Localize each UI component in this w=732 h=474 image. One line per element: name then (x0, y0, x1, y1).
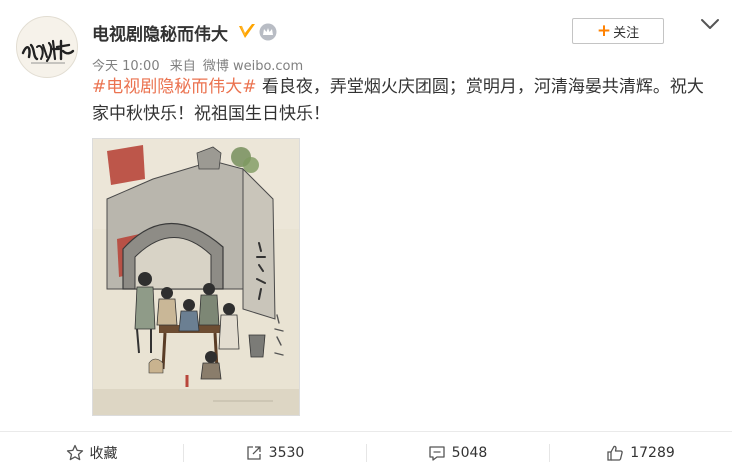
more-chevron-icon[interactable] (698, 14, 722, 34)
post-time[interactable]: 今天 10:00 (92, 59, 160, 74)
comment-icon (429, 446, 445, 461)
follow-button[interactable]: + 关注 (572, 18, 664, 44)
avatar[interactable] (16, 16, 78, 78)
weibo-post-card: 电视剧隐秘而伟大 今天 10:00 来自 微博 weibo.com + 关注 #… (0, 0, 732, 473)
action-bar: 收藏 3530 5048 17289 (0, 431, 732, 473)
like-icon (607, 445, 623, 461)
hashtag-link[interactable]: #电视剧隐秘而伟大# (92, 77, 257, 97)
crown-icon (259, 23, 277, 41)
repost-button[interactable]: 3530 (183, 432, 366, 474)
repost-count: 3530 (268, 445, 305, 461)
like-count: 17289 (630, 445, 675, 461)
repost-icon (247, 446, 261, 460)
poster-illustration (93, 139, 299, 415)
post-image[interactable] (92, 138, 300, 416)
favorite-button[interactable]: 收藏 (0, 432, 183, 474)
source-prefix: 来自 (169, 59, 196, 74)
post-text: #电视剧隐秘而伟大# 看良夜，弄堂烟火庆团圆；赏明月，河清海晏共清辉。祝大家中秋… (92, 74, 712, 128)
like-button[interactable]: 17289 (549, 432, 732, 474)
avatar-calligraphy-logo (21, 39, 75, 64)
plus-icon: + (596, 20, 612, 41)
verified-icon (239, 24, 255, 38)
post-meta: 今天 10:00 来自 微博 weibo.com (92, 55, 309, 74)
comment-button[interactable]: 5048 (366, 432, 549, 474)
user-name[interactable]: 电视剧隐秘而伟大 (92, 20, 228, 45)
favorite-label: 收藏 (89, 446, 118, 462)
comment-count: 5048 (451, 445, 488, 461)
star-icon (66, 444, 83, 461)
post-source[interactable]: 微博 weibo.com (203, 59, 303, 74)
follow-label: 关注 (613, 25, 640, 41)
